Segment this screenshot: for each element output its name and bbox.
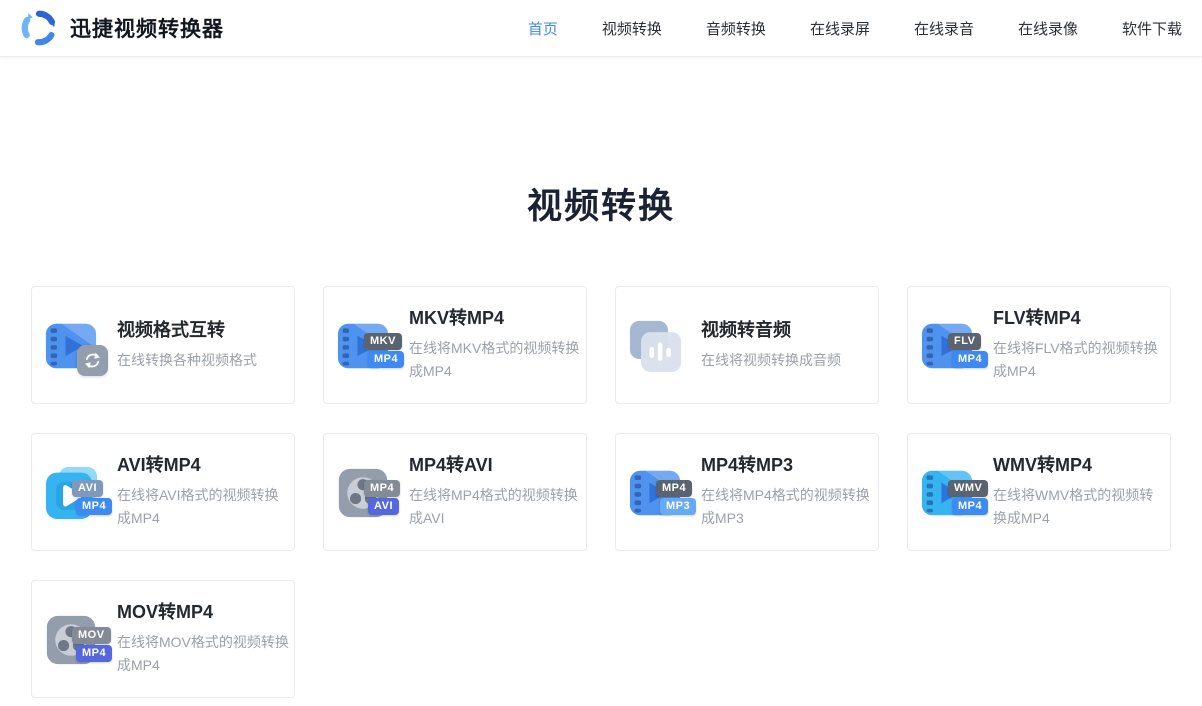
format-badge: MP3 [660,498,696,515]
brand-logo[interactable]: 迅捷视频转换器 [20,9,224,47]
format-badge: MP4 [368,351,404,368]
format-badge: MP4 [952,351,988,368]
card-mp4-to-mp3[interactable]: MP4 MP3 MP4转MP3 在线将MP4格式的视频转换成MP3 [615,433,879,551]
card-title: 视频转音频 [701,319,873,341]
card-desc: 在线将MOV格式的视频转换成MP4 [117,631,289,677]
format-badge: MP4 [76,645,112,662]
main-content: 视频转换 视频格式互转 在线转换各种视频格式 MKV MP4 MKV转MP4 [0,57,1202,698]
film-icon: MKV MP4 [337,317,394,374]
card-mkv-to-mp4[interactable]: MKV MP4 MKV转MP4 在线将MKV格式的视频转换成MP4 [323,286,587,404]
format-badge: MOV [72,627,111,644]
card-mov-to-mp4[interactable]: MOV MP4 MOV转MP4 在线将MOV格式的视频转换成MP4 [31,580,295,698]
format-badge: WMV [948,480,988,497]
format-badge: MP4 [76,498,112,515]
nav-item-software-download[interactable]: 软件下载 [1122,18,1182,39]
reel-icon: MOV MP4 [45,611,102,668]
card-video-format-convert[interactable]: 视频格式互转 在线转换各种视频格式 [31,286,295,404]
play-cyan-icon: AVI MP4 [45,464,102,521]
feature-card-grid: 视频格式互转 在线转换各种视频格式 MKV MP4 MKV转MP4 在线将MKV… [31,286,1171,698]
card-title: MP4转MP3 [701,454,873,476]
card-flv-to-mp4[interactable]: FLV MP4 FLV转MP4 在线将FLV格式的视频转换成MP4 [907,286,1171,404]
card-title: FLV转MP4 [993,307,1165,329]
film-sync-icon [45,317,102,374]
card-desc: 在线转换各种视频格式 [117,349,289,372]
format-badge: MP4 [952,498,988,515]
card-title: 视频格式互转 [117,319,289,341]
card-desc: 在线将视频转换成音频 [701,349,873,372]
format-badge: MP4 [364,480,400,497]
card-desc: 在线将FLV格式的视频转换成MP4 [993,337,1165,383]
nav-item-audio-record[interactable]: 在线录音 [914,18,974,39]
card-desc: 在线将MP4格式的视频转换成AVI [409,484,581,530]
card-mp4-to-avi[interactable]: MP4 AVI MP4转AVI 在线将MP4格式的视频转换成AVI [323,433,587,551]
sync-arrows-icon [77,345,108,376]
audio-icon [629,317,686,374]
header: 迅捷视频转换器 首页 视频转换 音频转换 在线录屏 在线录音 在线录像 软件下载 [0,0,1202,57]
page-title: 视频转换 [0,183,1202,231]
nav-item-screen-record[interactable]: 在线录屏 [810,18,870,39]
card-title: AVI转MP4 [117,454,289,476]
film-icon: FLV MP4 [921,317,978,374]
format-badge: AVI [368,498,399,515]
card-desc: 在线将MP4格式的视频转换成MP3 [701,484,873,530]
brand-title: 迅捷视频转换器 [70,13,224,43]
format-badge: FLV [948,333,981,350]
card-title: WMV转MP4 [993,454,1165,476]
card-desc: 在线将MKV格式的视频转换成MP4 [409,337,581,383]
format-badge: AVI [72,480,103,497]
card-avi-to-mp4[interactable]: AVI MP4 AVI转MP4 在线将AVI格式的视频转换成MP4 [31,433,295,551]
card-title: MKV转MP4 [409,307,581,329]
format-badge: MP4 [656,480,692,497]
reel-icon: MP4 AVI [337,464,394,521]
card-title: MOV转MP4 [117,601,289,623]
brand-logo-icon [20,9,58,47]
nav-item-camera-record[interactable]: 在线录像 [1018,18,1078,39]
nav-item-home[interactable]: 首页 [528,18,558,39]
card-desc: 在线将WMV格式的视频转换成MP4 [993,484,1165,530]
nav-item-audio-convert[interactable]: 音频转换 [706,18,766,39]
main-nav: 首页 视频转换 音频转换 在线录屏 在线录音 在线录像 软件下载 [528,18,1182,39]
format-badge: MKV [364,333,402,350]
card-desc: 在线将AVI格式的视频转换成MP4 [117,484,289,530]
film-cyan-icon: WMV MP4 [921,464,978,521]
card-title: MP4转AVI [409,454,581,476]
card-wmv-to-mp4[interactable]: WMV MP4 WMV转MP4 在线将WMV格式的视频转换成MP4 [907,433,1171,551]
film-icon: MP4 MP3 [629,464,686,521]
nav-item-video-convert[interactable]: 视频转换 [602,18,662,39]
card-video-to-audio[interactable]: 视频转音频 在线将视频转换成音频 [615,286,879,404]
